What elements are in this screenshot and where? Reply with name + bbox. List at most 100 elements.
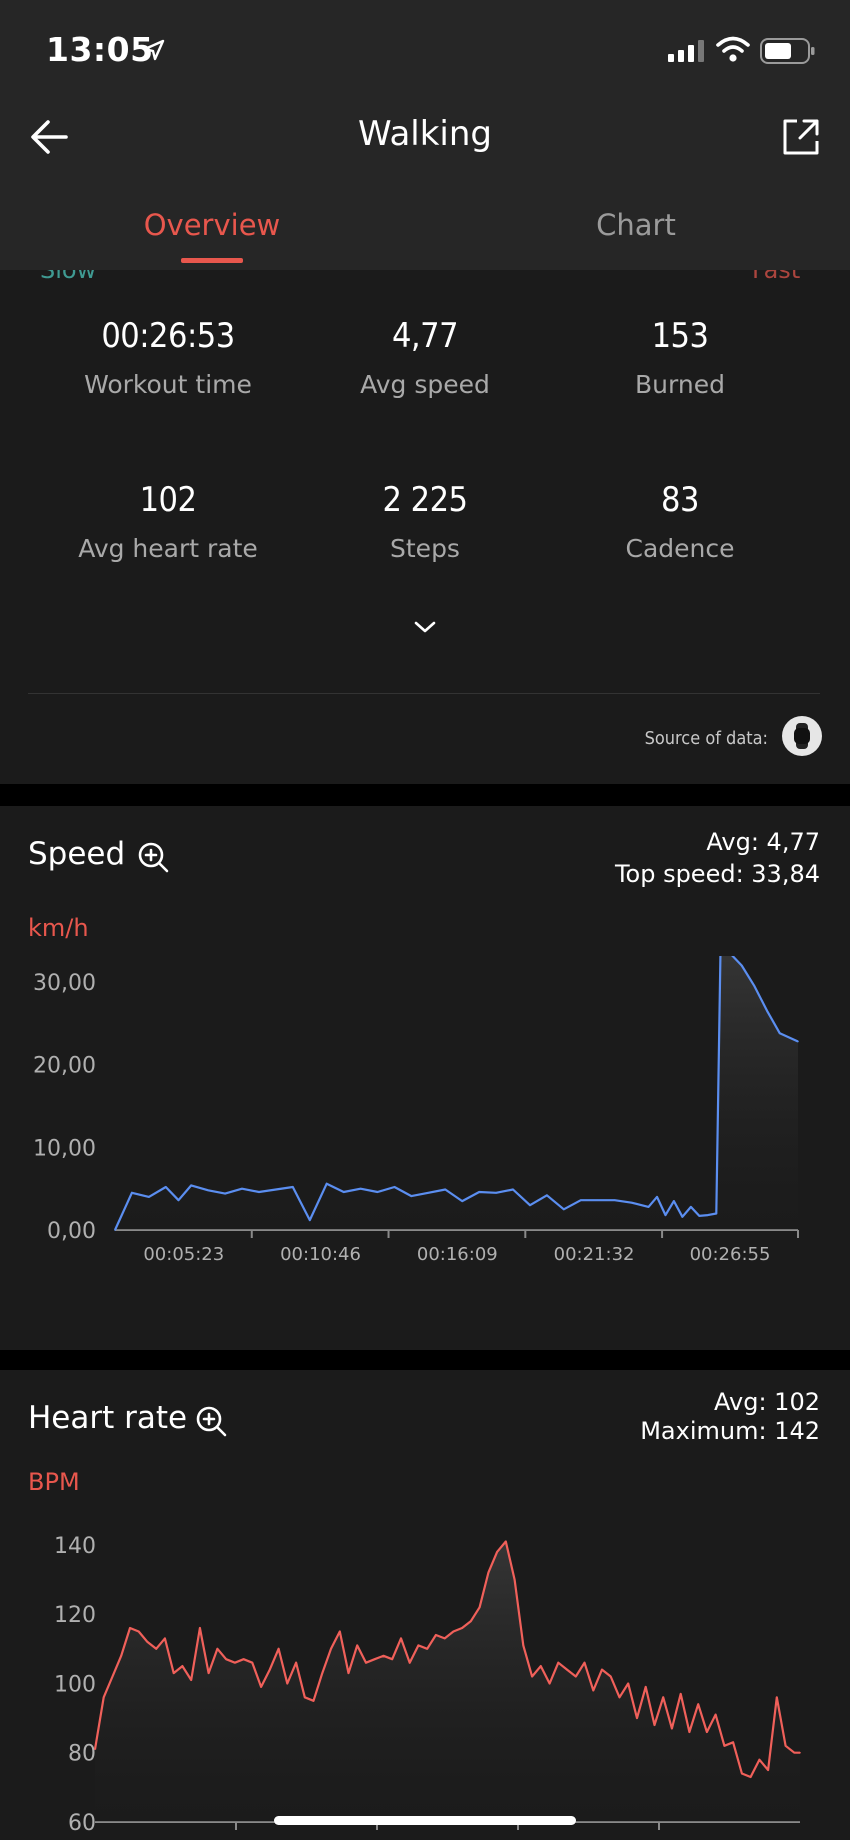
data-point <box>636 1717 638 1719</box>
data-point <box>776 1696 778 1699</box>
data-point <box>512 1188 514 1191</box>
data-point <box>613 1199 616 1201</box>
data-point <box>618 1696 621 1699</box>
data-point <box>627 1682 629 1685</box>
share-export-icon[interactable] <box>776 112 826 162</box>
data-point <box>275 1188 277 1191</box>
data-point <box>740 964 743 967</box>
stat-label: Workout time <box>84 370 252 399</box>
heart-rate-max-text: Maximum: 142 <box>640 1417 820 1445</box>
data-point <box>164 1637 166 1640</box>
data-point <box>653 1724 656 1726</box>
x-tick-label: 00:21:32 <box>554 1244 635 1265</box>
data-point <box>758 1758 761 1761</box>
data-point <box>120 1655 122 1657</box>
data-point <box>251 1661 254 1664</box>
data-point <box>114 1229 116 1231</box>
data-point <box>408 1661 411 1664</box>
speed-card: Speed Avg: 4,77 Top speed: 33,84 km/h 0,… <box>0 806 850 1350</box>
data-point <box>784 1745 787 1747</box>
data-point <box>522 1644 525 1647</box>
data-point <box>546 1194 548 1197</box>
data-point <box>234 1661 236 1664</box>
heart-rate-chart: 60 80 100 120 140 <box>54 1534 801 1836</box>
y-tick-label: 10,00 <box>33 1136 96 1161</box>
data-point <box>102 1696 105 1699</box>
stat-avg-heart-rate: 102 Avg heart rate <box>48 480 288 563</box>
y-tick-label: 20,00 <box>33 1054 96 1079</box>
stat-cadence: 83 Cadence <box>560 480 800 563</box>
data-point <box>321 1672 324 1674</box>
data-point <box>656 1196 658 1198</box>
data-point <box>286 1682 289 1685</box>
y-tick-label: 60 <box>68 1811 96 1836</box>
data-point <box>393 1186 396 1188</box>
tab-chart[interactable]: Chart <box>496 208 776 242</box>
stat-value: 2 225 <box>382 480 468 520</box>
data-point <box>146 1641 149 1643</box>
speed-unit: km/h <box>28 914 89 942</box>
source-device-watch-icon[interactable] <box>782 716 822 756</box>
data-point <box>495 1192 497 1194</box>
stat-label: Avg speed <box>360 370 490 399</box>
data-point <box>165 1186 167 1188</box>
data-point <box>295 1661 297 1664</box>
tab-overview[interactable]: Overview <box>72 208 352 242</box>
location-arrow-icon <box>143 39 165 61</box>
data-point <box>410 1195 413 1197</box>
stat-steps: 2 225 Steps <box>305 480 545 563</box>
data-point <box>470 1620 472 1622</box>
data-point <box>347 1672 350 1674</box>
data-point <box>644 1686 647 1688</box>
status-time: 13:05 <box>46 30 154 69</box>
data-point <box>190 1679 192 1681</box>
data-point <box>131 1192 133 1194</box>
data-point <box>376 1191 379 1193</box>
zoom-in-icon[interactable] <box>136 840 170 874</box>
data-point <box>557 1661 560 1664</box>
y-tick-label: 0,00 <box>47 1219 96 1244</box>
data-point <box>207 1189 209 1192</box>
data-point <box>732 1741 734 1744</box>
data-point <box>304 1696 306 1699</box>
heart-rate-unit: BPM <box>28 1468 80 1496</box>
data-point <box>592 1689 595 1692</box>
x-tick-label: 00:26:55 <box>690 1244 771 1265</box>
data-point <box>427 1192 430 1194</box>
data-point <box>181 1665 184 1667</box>
stat-label: Avg heart rate <box>78 534 258 563</box>
active-tab-indicator <box>181 258 243 263</box>
expand-chevron-icon[interactable] <box>410 612 440 642</box>
data-point <box>461 1627 463 1629</box>
data-point <box>269 1668 271 1671</box>
zoom-in-icon[interactable] <box>194 1404 228 1438</box>
data-point <box>531 1675 533 1678</box>
speed-summary: Avg: 4,77 Top speed: 33,84 <box>615 826 820 890</box>
y-tick-label: 30,00 <box>33 971 96 996</box>
data-point <box>664 1214 667 1216</box>
data-point <box>583 1661 586 1664</box>
data-point <box>478 1191 481 1193</box>
data-point <box>487 1571 490 1574</box>
data-point <box>496 1551 498 1553</box>
data-point <box>630 1201 633 1204</box>
data-point <box>382 1655 385 1657</box>
data-point <box>356 1644 359 1647</box>
heart-rate-card: Heart rate Avg: 102 Maximum: 142 BPM 60 8… <box>0 1370 850 1840</box>
data-point <box>723 1745 726 1747</box>
stat-avg-speed: 4,77 Avg speed <box>305 316 545 399</box>
data-point <box>359 1187 362 1190</box>
data-point <box>207 1672 210 1674</box>
data-point <box>513 1578 516 1581</box>
y-tick-label: 100 <box>54 1672 96 1697</box>
data-point <box>714 1713 717 1716</box>
data-point <box>309 1219 311 1221</box>
data-point <box>690 1206 692 1208</box>
battery-icon <box>760 38 815 64</box>
data-point <box>797 1040 799 1043</box>
data-point <box>94 1748 96 1751</box>
data-point <box>177 1199 180 1201</box>
data-point <box>749 1776 752 1778</box>
page-title: Walking <box>358 114 492 154</box>
data-point <box>681 1216 684 1218</box>
